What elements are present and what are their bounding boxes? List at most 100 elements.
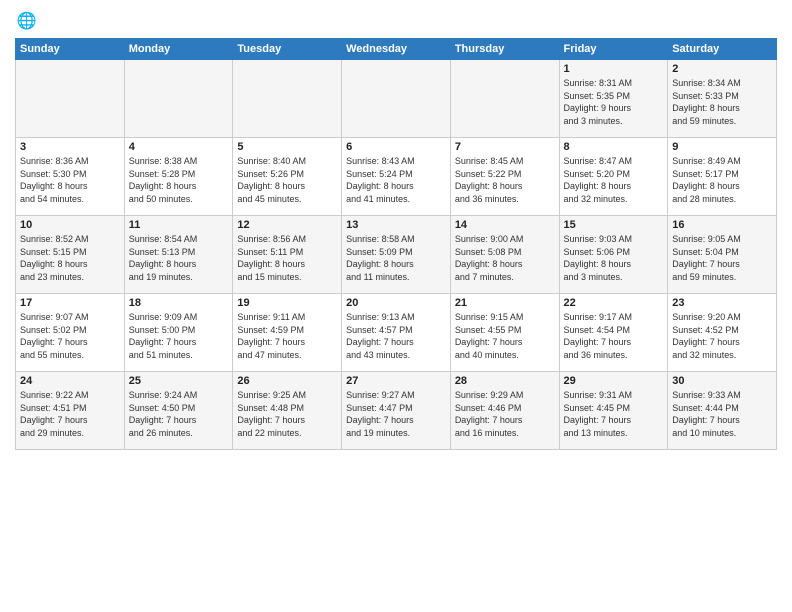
day-info: Sunrise: 8:31 AM Sunset: 5:35 PM Dayligh… (564, 77, 664, 127)
calendar-cell: 15 Sunrise: 9:03 AM Sunset: 5:06 PM Dayli… (559, 216, 668, 294)
day-info: Sunrise: 8:49 AM Sunset: 5:17 PM Dayligh… (672, 155, 772, 205)
calendar-week-row: 17 Sunrise: 9:07 AM Sunset: 5:02 PM Dayli… (16, 294, 777, 372)
logo: 🌐 (15, 10, 40, 32)
day-number: 21 (455, 297, 555, 309)
day-info: Sunrise: 9:25 AM Sunset: 4:48 PM Dayligh… (237, 389, 337, 439)
day-number: 14 (455, 219, 555, 231)
calendar-cell (450, 60, 559, 138)
calendar-body: 1 Sunrise: 8:31 AM Sunset: 5:35 PM Daylig… (16, 60, 777, 450)
calendar-cell: 23 Sunrise: 9:20 AM Sunset: 4:52 PM Dayli… (668, 294, 777, 372)
day-info: Sunrise: 9:20 AM Sunset: 4:52 PM Dayligh… (672, 311, 772, 361)
day-info: Sunrise: 8:47 AM Sunset: 5:20 PM Dayligh… (564, 155, 664, 205)
day-number: 25 (129, 375, 229, 387)
calendar-cell: 9 Sunrise: 8:49 AM Sunset: 5:17 PM Daylig… (668, 138, 777, 216)
calendar-cell: 26 Sunrise: 9:25 AM Sunset: 4:48 PM Dayli… (233, 372, 342, 450)
calendar-cell: 22 Sunrise: 9:17 AM Sunset: 4:54 PM Dayli… (559, 294, 668, 372)
calendar-week-row: 24Sunrise: 9:22 AM Sunset: 4:51 PM Dayli… (16, 372, 777, 450)
day-info: Sunrise: 9:03 AM Sunset: 5:06 PM Dayligh… (564, 233, 664, 283)
day-info: Sunrise: 9:05 AM Sunset: 5:04 PM Dayligh… (672, 233, 772, 283)
day-number: 16 (672, 219, 772, 231)
calendar-cell: 14 Sunrise: 9:00 AM Sunset: 5:08 PM Dayli… (450, 216, 559, 294)
day-number: 28 (455, 375, 555, 387)
calendar-week-row: 3Sunrise: 8:36 AM Sunset: 5:30 PM Daylig… (16, 138, 777, 216)
day-number: 8 (564, 141, 664, 153)
calendar-cell: 19Sunrise: 9:11 AM Sunset: 4:59 PM Dayli… (233, 294, 342, 372)
calendar-cell: 16 Sunrise: 9:05 AM Sunset: 5:04 PM Dayli… (668, 216, 777, 294)
column-header-thursday: Thursday (450, 39, 559, 60)
header: 🌐 (15, 10, 777, 32)
calendar-cell: 5 Sunrise: 8:40 AM Sunset: 5:26 PM Daylig… (233, 138, 342, 216)
day-info: Sunrise: 9:09 AM Sunset: 5:00 PM Dayligh… (129, 311, 229, 361)
column-header-sunday: Sunday (16, 39, 125, 60)
day-info: Sunrise: 9:15 AM Sunset: 4:55 PM Dayligh… (455, 311, 555, 361)
day-info: Sunrise: 9:31 AM Sunset: 4:45 PM Dayligh… (564, 389, 664, 439)
day-info: Sunrise: 8:34 AM Sunset: 5:33 PM Dayligh… (672, 77, 772, 127)
logo-icon: 🌐 (15, 10, 37, 32)
day-info: Sunrise: 9:11 AM Sunset: 4:59 PM Dayligh… (237, 311, 337, 361)
day-info: Sunrise: 8:54 AM Sunset: 5:13 PM Dayligh… (129, 233, 229, 283)
day-info: Sunrise: 9:33 AM Sunset: 4:44 PM Dayligh… (672, 389, 772, 439)
day-number: 2 (672, 63, 772, 75)
day-number: 29 (564, 375, 664, 387)
day-number: 12 (237, 219, 337, 231)
calendar-cell: 4Sunrise: 8:38 AM Sunset: 5:28 PM Daylig… (124, 138, 233, 216)
calendar-cell (16, 60, 125, 138)
day-number: 23 (672, 297, 772, 309)
calendar-cell: 10 Sunrise: 8:52 AM Sunset: 5:15 PM Dayli… (16, 216, 125, 294)
calendar-cell: 30Sunrise: 9:33 AM Sunset: 4:44 PM Dayli… (668, 372, 777, 450)
day-number: 10 (20, 219, 120, 231)
day-number: 20 (346, 297, 446, 309)
column-header-friday: Friday (559, 39, 668, 60)
day-number: 22 (564, 297, 664, 309)
day-info: Sunrise: 8:40 AM Sunset: 5:26 PM Dayligh… (237, 155, 337, 205)
calendar-table: SundayMondayTuesdayWednesdayThursdayFrid… (15, 38, 777, 450)
calendar-cell (342, 60, 451, 138)
day-number: 5 (237, 141, 337, 153)
day-info: Sunrise: 9:13 AM Sunset: 4:57 PM Dayligh… (346, 311, 446, 361)
page: 🌐 SundayMondayTuesdayWednesdayThursdayFr… (0, 0, 792, 612)
column-header-tuesday: Tuesday (233, 39, 342, 60)
calendar-cell: 12 Sunrise: 8:56 AM Sunset: 5:11 PM Dayli… (233, 216, 342, 294)
day-info: Sunrise: 8:52 AM Sunset: 5:15 PM Dayligh… (20, 233, 120, 283)
calendar-cell: 6 Sunrise: 8:43 AM Sunset: 5:24 PM Daylig… (342, 138, 451, 216)
calendar-cell: 24Sunrise: 9:22 AM Sunset: 4:51 PM Dayli… (16, 372, 125, 450)
day-info: Sunrise: 9:17 AM Sunset: 4:54 PM Dayligh… (564, 311, 664, 361)
day-number: 13 (346, 219, 446, 231)
day-info: Sunrise: 8:38 AM Sunset: 5:28 PM Dayligh… (129, 155, 229, 205)
column-header-saturday: Saturday (668, 39, 777, 60)
day-number: 9 (672, 141, 772, 153)
day-info: Sunrise: 9:24 AM Sunset: 4:50 PM Dayligh… (129, 389, 229, 439)
day-info: Sunrise: 8:43 AM Sunset: 5:24 PM Dayligh… (346, 155, 446, 205)
day-number: 15 (564, 219, 664, 231)
calendar-cell: 17 Sunrise: 9:07 AM Sunset: 5:02 PM Dayli… (16, 294, 125, 372)
day-number: 6 (346, 141, 446, 153)
day-info: Sunrise: 9:07 AM Sunset: 5:02 PM Dayligh… (20, 311, 120, 361)
calendar-cell: 25 Sunrise: 9:24 AM Sunset: 4:50 PM Dayli… (124, 372, 233, 450)
day-number: 1 (564, 63, 664, 75)
calendar-cell: 18Sunrise: 9:09 AM Sunset: 5:00 PM Dayli… (124, 294, 233, 372)
calendar-cell: 2 Sunrise: 8:34 AM Sunset: 5:33 PM Daylig… (668, 60, 777, 138)
calendar-cell: 20 Sunrise: 9:13 AM Sunset: 4:57 PM Dayli… (342, 294, 451, 372)
day-number: 26 (237, 375, 337, 387)
day-number: 7 (455, 141, 555, 153)
calendar-cell: 29 Sunrise: 9:31 AM Sunset: 4:45 PM Dayli… (559, 372, 668, 450)
calendar-cell: 11 Sunrise: 8:54 AM Sunset: 5:13 PM Dayli… (124, 216, 233, 294)
day-number: 3 (20, 141, 120, 153)
calendar-cell: 21 Sunrise: 9:15 AM Sunset: 4:55 PM Dayli… (450, 294, 559, 372)
calendar-cell: 28Sunrise: 9:29 AM Sunset: 4:46 PM Dayli… (450, 372, 559, 450)
calendar-cell: 27 Sunrise: 9:27 AM Sunset: 4:47 PM Dayli… (342, 372, 451, 450)
day-info: Sunrise: 9:00 AM Sunset: 5:08 PM Dayligh… (455, 233, 555, 283)
day-number: 27 (346, 375, 446, 387)
day-info: Sunrise: 8:56 AM Sunset: 5:11 PM Dayligh… (237, 233, 337, 283)
column-header-monday: Monday (124, 39, 233, 60)
calendar-cell (233, 60, 342, 138)
day-number: 17 (20, 297, 120, 309)
day-number: 11 (129, 219, 229, 231)
calendar-cell (124, 60, 233, 138)
day-info: Sunrise: 8:58 AM Sunset: 5:09 PM Dayligh… (346, 233, 446, 283)
calendar-cell: 1 Sunrise: 8:31 AM Sunset: 5:35 PM Daylig… (559, 60, 668, 138)
day-info: Sunrise: 9:27 AM Sunset: 4:47 PM Dayligh… (346, 389, 446, 439)
day-number: 24 (20, 375, 120, 387)
calendar-week-row: 10 Sunrise: 8:52 AM Sunset: 5:15 PM Dayli… (16, 216, 777, 294)
column-header-wednesday: Wednesday (342, 39, 451, 60)
